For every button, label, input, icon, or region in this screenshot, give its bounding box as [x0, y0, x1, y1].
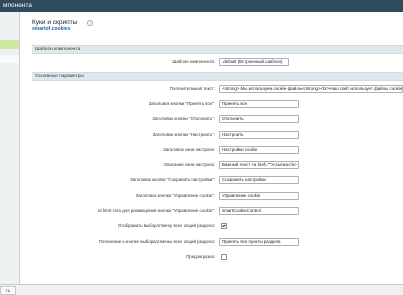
- checkbox-label: Отображать выбор/отмену всех опций разде…: [117, 223, 215, 228]
- field-row: Заголовок кнопки "Сохранить настройки": …: [32, 175, 403, 185]
- component-settings-panel: Куки и скрипты i smartof.cookies Шаблон …: [20, 12, 403, 284]
- field-row: Заголовок кнопки "Управление cookie": Уп…: [32, 191, 403, 201]
- explanatory-text-input[interactable]: <strong> Мы используем cookie-файлы</str…: [219, 85, 403, 93]
- bottom-bar: ть: [0, 284, 403, 295]
- section-params: Основные параметры: [32, 72, 403, 81]
- field-row: Описание окна настроек: Важный текст <a …: [32, 160, 403, 170]
- field-label: Заголовок кнопки "Сохранить настройки":: [130, 177, 215, 182]
- field-row: Пояснительный текст: <strong> Мы использ…: [32, 84, 403, 94]
- left-panel-active-item[interactable]: [0, 40, 19, 49]
- template-row: Шаблон компонента: .default (Встроенный …: [32, 57, 403, 67]
- select-all-checkbox[interactable]: [221, 223, 227, 229]
- page-title: Куки и скрипты: [32, 19, 78, 26]
- field-label: Пояснительный текст:: [169, 86, 215, 91]
- window-title: мпонента: [3, 2, 32, 9]
- cookie-control-title-input[interactable]: Управление cookie: [219, 192, 299, 200]
- field-label: Заголовок кнопки "Настроить":: [152, 132, 215, 137]
- section-template: Шаблон компонента: [32, 45, 403, 54]
- checkbox-label: Предзагрузка:: [186, 254, 215, 259]
- left-panel-item[interactable]: [0, 55, 19, 63]
- settings-window-title-input[interactable]: Настройки cookie: [219, 146, 299, 154]
- settings-window-description-input[interactable]: Важный текст <a href="">ссылка</a>: [219, 161, 299, 169]
- cookie-control-id-input[interactable]: smartCookieControl: [219, 207, 299, 215]
- field-label: Описание окна настроек:: [163, 162, 215, 167]
- left-panel: [0, 12, 20, 284]
- accept-all-title-input[interactable]: Принять все: [219, 100, 299, 108]
- window-titlebar: мпонента: [0, 0, 403, 12]
- template-select[interactable]: .default (Встроенный шаблон): [219, 58, 289, 66]
- checkbox-row: Отображать выбор/отмену всех опций разде…: [32, 221, 403, 231]
- field-label: Пояснение к кнопке выбора/отмены всех оп…: [98, 239, 215, 244]
- checkbox-row: Предзагрузка:: [32, 252, 403, 262]
- field-row: Пояснение к кнопке выбора/отмены всех оп…: [32, 237, 403, 247]
- field-row: Заголовок окна настроек: Настройки cooki…: [32, 145, 403, 155]
- section-params-title: Основные параметры: [35, 74, 84, 79]
- template-label: Шаблон компонента:: [172, 59, 215, 64]
- field-row: Заголовок кнопки "Настроить": Настроить: [32, 130, 403, 140]
- save-settings-title-input[interactable]: Сохранить настройки: [219, 176, 299, 184]
- component-code: smartof.cookies: [32, 26, 71, 32]
- field-label: Заголовок кнопки "Управление cookie":: [135, 193, 215, 198]
- field-label: Id html-тега для размещения кнопки "Упра…: [97, 208, 215, 213]
- section-template-title: Шаблон компонента: [35, 47, 81, 52]
- select-all-explanation-input[interactable]: Принять все пункты раздела: [219, 238, 299, 246]
- field-row: Заголовок кнопки "Принять все": Принять …: [32, 99, 403, 109]
- field-label: Заголовок кнопки "Принять все":: [148, 101, 215, 106]
- field-row: Id html-тега для размещения кнопки "Упра…: [32, 206, 403, 216]
- reject-title-input[interactable]: Отклонить: [219, 115, 299, 123]
- configure-title-input[interactable]: Настроить: [219, 131, 299, 139]
- field-label: Заголовок кнопки "Отклонить":: [152, 116, 215, 121]
- help-icon[interactable]: i: [87, 20, 93, 26]
- preload-checkbox[interactable]: [221, 254, 227, 260]
- field-label: Заголовок окна настроек:: [163, 147, 215, 152]
- field-row: Заголовок кнопки "Отклонить": Отклонить: [32, 114, 403, 124]
